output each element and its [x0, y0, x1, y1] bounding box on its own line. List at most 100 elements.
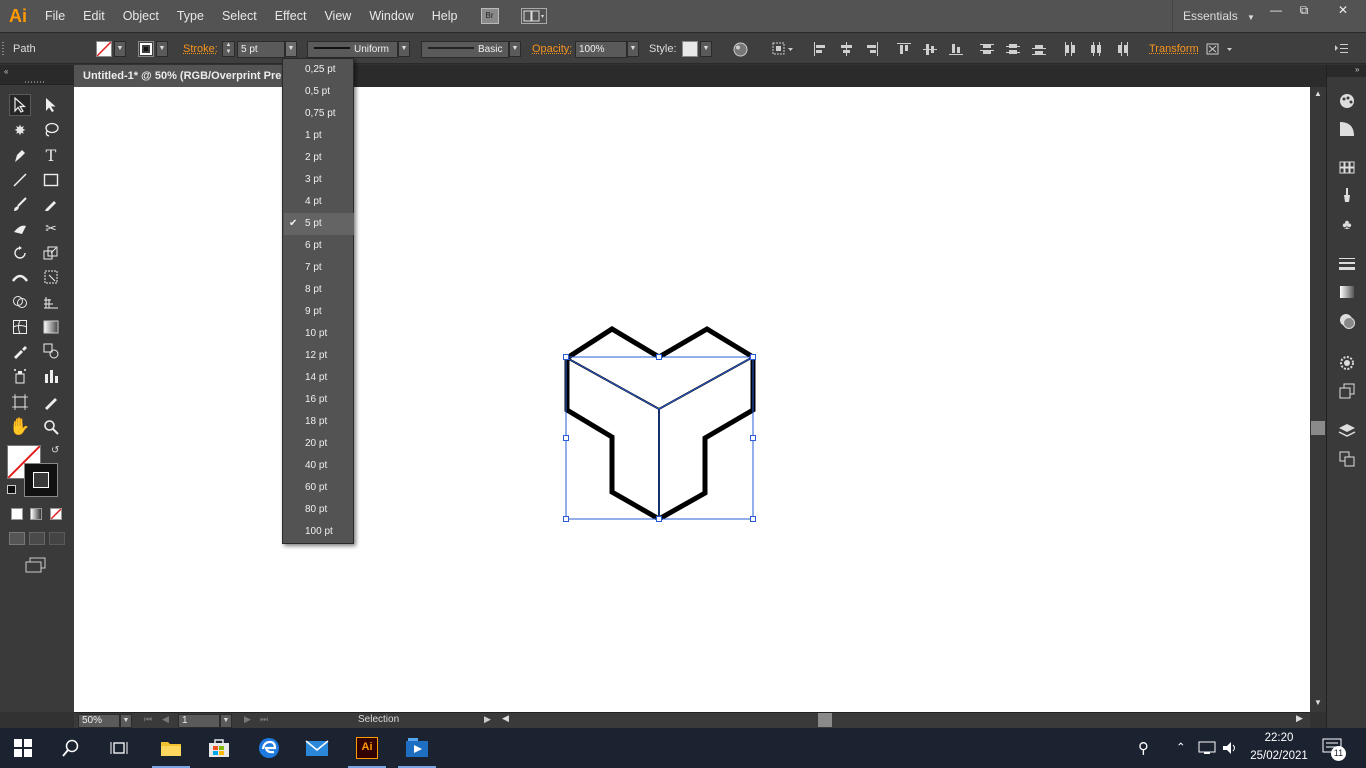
last-artboard-icon[interactable]: ⏭ [260, 714, 268, 725]
zoom-tool-icon[interactable] [40, 416, 62, 438]
appearance-panel-icon[interactable] [1337, 355, 1357, 373]
bbox-handle[interactable] [750, 516, 756, 522]
brush-dropdown[interactable]: ▼ [509, 41, 521, 57]
stroke-option[interactable]: 7 pt [284, 257, 354, 279]
zoom-input[interactable]: 50% [78, 714, 120, 728]
arrange-documents-button[interactable] [520, 8, 547, 24]
distribute-bottom-icon[interactable] [1032, 42, 1046, 56]
align-left-icon[interactable] [813, 42, 827, 56]
close-button[interactable]: ✕ [1326, 2, 1360, 18]
stroke-weight-stepper[interactable]: ▲ ▼ [222, 41, 235, 57]
bbox-handle[interactable] [750, 354, 756, 360]
gradient-panel-icon[interactable] [1337, 285, 1357, 303]
transparency-panel-icon[interactable] [1337, 313, 1357, 331]
shape-builder-tool-icon[interactable] [9, 291, 31, 313]
color-mode-button[interactable] [11, 508, 23, 520]
horizontal-scroll-thumb[interactable] [818, 713, 832, 727]
menu-file[interactable]: File [36, 0, 74, 32]
stroke-option[interactable]: 10 pt [284, 323, 354, 345]
swap-fill-stroke-icon[interactable]: ↺ [51, 445, 59, 456]
scale-tool-icon[interactable] [40, 242, 62, 264]
bbox-handle[interactable] [563, 435, 569, 441]
fill-dropdown[interactable]: ▼ [114, 41, 126, 57]
media-player-taskbar-button[interactable] [394, 728, 440, 768]
line-tool-icon[interactable] [9, 169, 31, 191]
rotate-tool-icon[interactable] [9, 242, 31, 264]
distribute-top-icon[interactable] [980, 42, 994, 56]
fill-swatch[interactable] [96, 41, 112, 57]
symbols-panel-icon[interactable]: ♣ [1337, 215, 1357, 233]
status-menu-arrow-icon[interactable]: ▶ [484, 714, 491, 725]
scroll-left-icon[interactable]: ◀ [502, 713, 509, 724]
default-fill-stroke-icon[interactable] [7, 485, 16, 494]
panel-menu-icon[interactable] [1335, 43, 1349, 55]
direct-selection-tool-icon[interactable] [40, 94, 62, 116]
column-graph-tool-icon[interactable] [40, 365, 62, 387]
menu-effect[interactable]: Effect [266, 0, 316, 32]
transform-panel-link[interactable]: Transform [1149, 33, 1199, 65]
isolate-group-icon[interactable] [1206, 42, 1236, 56]
vertical-scrollbar[interactable]: ▲ ▼ [1310, 87, 1326, 712]
stroke-option[interactable]: 2 pt [284, 147, 354, 169]
vertical-scroll-thumb[interactable] [1311, 421, 1325, 435]
graphic-styles-panel-icon[interactable] [1337, 383, 1357, 401]
color-panel-icon[interactable] [1337, 93, 1357, 111]
horizontal-scrollbar[interactable]: ◀ ▶ [498, 713, 1308, 727]
align-to-selection-icon[interactable] [772, 42, 796, 56]
variable-width-profile[interactable]: Uniform [307, 41, 398, 58]
clock-time[interactable]: 22:20 [1250, 732, 1308, 744]
stroke-option[interactable]: 60 pt [284, 477, 354, 499]
screen-mode-icon[interactable] [25, 557, 47, 573]
rectangle-tool-icon[interactable] [40, 169, 62, 191]
opacity-dropdown[interactable]: ▼ [627, 41, 639, 57]
artboards-panel-icon[interactable] [1337, 451, 1357, 469]
stroke-color-box[interactable] [24, 463, 58, 497]
restore-button[interactable]: ⧉ [1292, 2, 1316, 18]
stroke-option[interactable]: 40 pt [284, 455, 354, 477]
graphic-style-dropdown[interactable]: ▼ [700, 41, 712, 57]
notification-center-button[interactable]: 11 [1322, 738, 1346, 761]
draw-inside-button[interactable] [49, 532, 65, 545]
stroke-option[interactable]: 18 pt [284, 411, 354, 433]
stroke-color-dropdown[interactable]: ▼ [156, 41, 168, 57]
gradient-mode-button[interactable] [30, 508, 42, 520]
slice-tool-icon[interactable] [40, 391, 62, 413]
swatches-panel-icon[interactable] [1337, 161, 1357, 179]
scroll-up-icon[interactable]: ▲ [1314, 89, 1322, 98]
free-transform-tool-icon[interactable] [40, 266, 62, 288]
minimize-button[interactable]: — [1264, 2, 1288, 18]
bbox-handle[interactable] [750, 435, 756, 441]
scroll-down-icon[interactable]: ▼ [1314, 698, 1322, 707]
stroke-option[interactable]: 20 pt [284, 433, 354, 455]
store-taskbar-button[interactable] [196, 728, 242, 768]
draw-behind-button[interactable] [29, 532, 45, 545]
stroke-option[interactable]: 14 pt [284, 367, 354, 389]
stroke-option[interactable]: 80 pt [284, 499, 354, 521]
artboard-number-input[interactable]: 1 [178, 714, 220, 728]
stroke-option[interactable]: 3 pt [284, 169, 354, 191]
stroke-panel-link[interactable]: Stroke: [183, 33, 218, 65]
expand-panels-icon[interactable]: » [1355, 65, 1359, 74]
bbox-handle[interactable] [563, 516, 569, 522]
type-tool-icon[interactable]: T [40, 144, 62, 166]
stroke-option[interactable]: 8 pt [284, 279, 354, 301]
eyedropper-tool-icon[interactable] [9, 340, 31, 362]
stroke-swatch[interactable] [138, 41, 154, 57]
draw-normal-button[interactable] [9, 532, 25, 545]
graphic-style-swatch[interactable] [682, 41, 698, 57]
bbox-handle[interactable] [563, 354, 569, 360]
document-tab[interactable]: Untitled-1* @ 50% (RGB/Overprint Pre [74, 65, 284, 87]
mail-taskbar-button[interactable] [294, 728, 340, 768]
zoom-dropdown[interactable]: ▼ [120, 714, 132, 728]
align-top-icon[interactable] [897, 42, 911, 56]
chevron-up-icon[interactable]: ⌃ [1176, 740, 1186, 754]
hand-tool-icon[interactable]: ✋ [9, 416, 31, 438]
blob-brush-tool-icon[interactable] [9, 217, 31, 239]
artboard-tool-icon[interactable] [9, 391, 31, 413]
distribute-horizontal-center-icon[interactable] [1089, 42, 1103, 56]
menu-view[interactable]: View [315, 0, 360, 32]
scissors-tool-icon[interactable]: ✂ [40, 217, 62, 239]
distribute-left-icon[interactable] [1063, 42, 1077, 56]
bridge-button[interactable]: Br [480, 8, 499, 24]
bbox-handle[interactable] [656, 516, 662, 522]
